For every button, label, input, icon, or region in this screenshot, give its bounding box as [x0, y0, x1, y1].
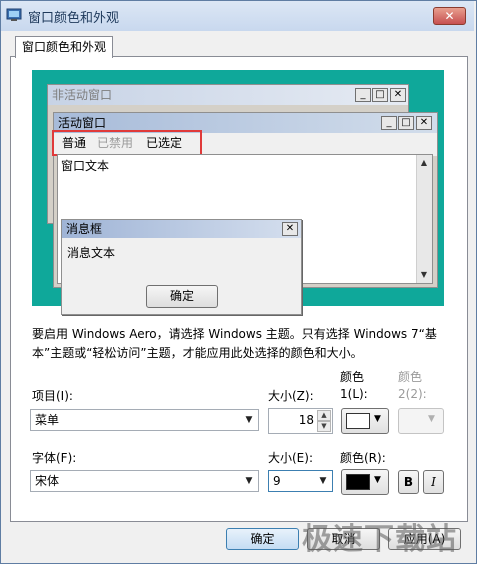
preview-window-text: 窗口文本 [61, 159, 110, 173]
color1-swatch [346, 413, 370, 429]
font-select-value: 宋体 [35, 474, 60, 488]
inactive-maximize-icon: □ [372, 88, 388, 102]
item-label: 项目(I): [32, 389, 73, 403]
size-up-icon[interactable]: ▲ [317, 410, 331, 421]
font-color-label: 颜色(R): [340, 451, 386, 465]
msgbox-ok-button[interactable]: 确定 [146, 285, 218, 308]
color2-button[interactable] [398, 408, 444, 434]
active-maximize-icon: □ [398, 116, 414, 130]
msgbox-close-icon: ✕ [282, 222, 298, 236]
inactive-minimize-icon: _ [355, 88, 371, 102]
aero-note: 要启用 Windows Aero，请选择 Windows 主题。只有选择 Win… [32, 327, 437, 360]
inactive-close-icon: ✕ [390, 88, 406, 102]
font-color-chevron-down-icon: ▼ [374, 475, 381, 485]
msgbox-text: 消息文本 [67, 246, 116, 260]
color1-chevron-down-icon: ▼ [374, 414, 381, 424]
color1-label-line2: 1(L): [340, 387, 368, 401]
preview-scrollbar[interactable] [416, 155, 432, 283]
size-down-icon[interactable]: ▼ [317, 421, 331, 432]
chevron-down-icon: ▼ [245, 476, 253, 486]
chevron-down-icon: ▼ [319, 476, 327, 486]
item-select[interactable]: 菜单 ▼ [30, 409, 259, 431]
color2-label-line1: 颜色 [398, 370, 423, 384]
chevron-down-icon: ▼ [245, 415, 253, 425]
italic-button[interactable]: I [423, 470, 444, 494]
watermark-logo: 极速下载站 [302, 522, 457, 557]
font-color-swatch [346, 474, 370, 490]
font-size-value: 9 [273, 474, 281, 488]
window-close-button[interactable]: ✕ [433, 7, 466, 25]
font-label: 字体(F): [32, 451, 77, 465]
scroll-up-icon: ▲ [420, 158, 428, 167]
font-select[interactable]: 宋体 ▼ [30, 470, 259, 492]
font-size-select[interactable]: 9 ▼ [268, 470, 333, 492]
ok-button[interactable]: 确定 [226, 528, 299, 550]
msgbox-title: 消息框 [62, 220, 301, 238]
color2-label-line2: 2(2): [398, 387, 427, 401]
preview-inactive-title: 非活动窗口 [48, 85, 408, 105]
color1-label-line1: 颜色 [340, 370, 365, 384]
scroll-down-icon: ▼ [420, 270, 428, 279]
red-highlight-box [52, 130, 202, 156]
font-size-label: 大小(E): [268, 451, 313, 465]
color2-chevron-down-icon: ▼ [428, 414, 435, 424]
display-settings-icon [6, 7, 22, 23]
bold-button[interactable]: B [398, 470, 419, 494]
active-minimize-icon: _ [381, 116, 397, 130]
active-close-icon: ✕ [416, 116, 432, 130]
tab-window-color-appearance[interactable]: 窗口颜色和外观 [15, 36, 113, 58]
item-select-value: 菜单 [35, 413, 60, 427]
item-size-value: 18 [298, 413, 314, 427]
item-size-label: 大小(Z): [268, 389, 314, 403]
window-title: 窗口颜色和外观 [28, 11, 120, 26]
